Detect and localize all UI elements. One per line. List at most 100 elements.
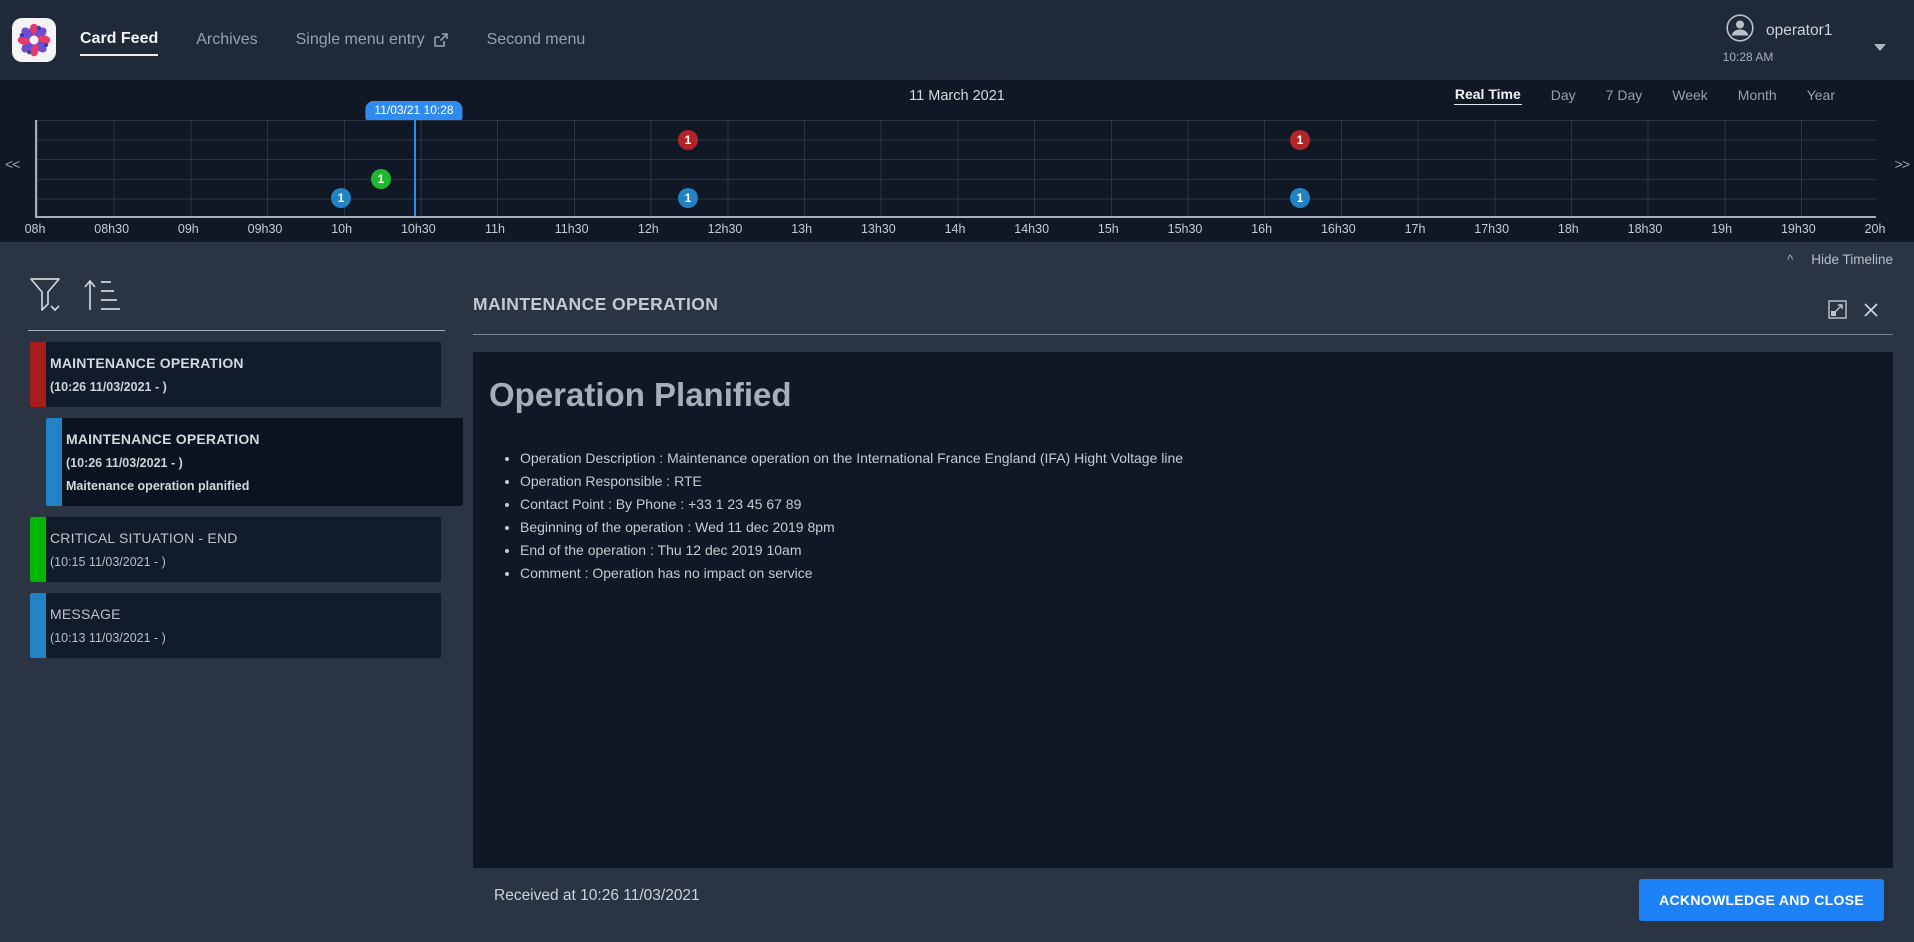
tick-label: 14h [945, 222, 966, 236]
card-title: CRITICAL SITUATION - END [50, 530, 431, 546]
timeline-marker-badge[interactable]: 1 [371, 169, 391, 189]
tick-label: 19h [1711, 222, 1732, 236]
feed-card[interactable]: MAINTENANCE OPERATION (10:26 11/03/2021 -… [30, 342, 441, 407]
detail-bullet-item: Operation Description : Maintenance oper… [520, 447, 1183, 470]
detail-body: Operation Planified Operation Descriptio… [473, 352, 1893, 868]
timeline-marker-badge[interactable]: 1 [1290, 130, 1310, 150]
card-time: (10:26 11/03/2021 - ) [50, 380, 431, 394]
detail-bullet-item: Beginning of the operation : Wed 11 dec … [520, 516, 1183, 539]
brand-logo[interactable] [12, 18, 56, 62]
tick-label: 12h30 [708, 222, 743, 236]
expand-icon[interactable] [1828, 300, 1847, 319]
range-tab-day[interactable]: Day [1550, 85, 1577, 105]
timeline-prev-button[interactable]: << [5, 156, 19, 172]
nav-item-label: Card Feed [80, 30, 158, 48]
detail-title: MAINTENANCE OPERATION [473, 294, 718, 315]
timeline-marker-badge[interactable]: 1 [1290, 188, 1310, 208]
nav-item-label: Single menu entry [296, 31, 425, 49]
tick-label: 17h30 [1474, 222, 1509, 236]
nav-item-single-menu-entry[interactable]: Single menu entry [296, 25, 449, 55]
user-name: operator1 [1766, 22, 1832, 40]
severity-bar [30, 517, 46, 582]
range-tab-7-day[interactable]: 7 Day [1605, 85, 1644, 105]
timeline-marker-badge[interactable]: 1 [678, 188, 698, 208]
nav-item-second-menu[interactable]: Second menu [487, 25, 586, 55]
main-navigation: Card Feed Archives Single menu entry Sec… [80, 0, 585, 80]
tick-label: 11h30 [555, 222, 589, 236]
card-time: (10:13 11/03/2021 - ) [50, 631, 431, 645]
timeline-panel: 11 March 2021 Real Time Day 7 Day Week M… [0, 80, 1914, 242]
tick-label: 09h30 [248, 222, 283, 236]
nav-item-label: Second menu [487, 31, 586, 49]
user-clock: 10:28 AM [1716, 50, 1780, 64]
tick-label: 14h30 [1014, 222, 1049, 236]
tick-label: 15h30 [1168, 222, 1203, 236]
timeline-ticks: 08h08h3009h09h3010h10h3011h11h3012h12h30… [35, 222, 1876, 238]
card-subtitle: Maitenance operation planified [66, 479, 453, 493]
card-time: (10:15 11/03/2021 - ) [50, 555, 431, 569]
card-list: MAINTENANCE OPERATION (10:26 11/03/2021 -… [0, 342, 466, 669]
tick-label: 08h [25, 222, 46, 236]
feed-card[interactable]: CRITICAL SITUATION - END (10:15 11/03/202… [30, 517, 441, 582]
range-tab-real-time[interactable]: Real Time [1454, 84, 1522, 105]
feed-divider [28, 330, 445, 331]
card-bullet-list: Operation Description : Maintenance oper… [473, 447, 1183, 585]
card-heading: Operation Planified [489, 376, 792, 414]
timeline-marker-badge[interactable]: 1 [331, 188, 351, 208]
nav-item-label: Archives [196, 31, 257, 49]
tick-label: 18h [1558, 222, 1579, 236]
tick-label: 13h30 [861, 222, 896, 236]
tick-label: 12h [638, 222, 659, 236]
detail-bullet-item: Operation Responsible : RTE [520, 470, 1183, 493]
range-tab-year[interactable]: Year [1806, 85, 1836, 105]
tick-label: 17h [1405, 222, 1426, 236]
card-title: MAINTENANCE OPERATION [50, 355, 431, 371]
card-detail-panel: MAINTENANCE OPERATION Operation Planifie… [473, 242, 1893, 942]
tick-label: 08h30 [94, 222, 129, 236]
tick-label: 18h30 [1628, 222, 1663, 236]
card-title: MAINTENANCE OPERATION [66, 431, 453, 447]
detail-bullet-item: Comment : Operation has no impact on ser… [520, 562, 1183, 585]
user-menu[interactable]: operator1 10:28 AM [1726, 12, 1886, 70]
detail-bullet-item: Contact Point : By Phone : +33 1 23 45 6… [520, 493, 1183, 516]
tick-label: 19h30 [1781, 222, 1816, 236]
feed-card[interactable]: MAINTENANCE OPERATION (10:26 11/03/2021 -… [46, 418, 463, 506]
card-time: (10:26 11/03/2021 - ) [66, 456, 453, 470]
flower-logo-icon [17, 23, 51, 57]
acknowledge-and-close-button[interactable]: ACKNOWLEDGE AND CLOSE [1639, 879, 1884, 921]
timeline-chart: 11/03/21 10:28 111111 [35, 120, 1876, 218]
timeline-range-tabs: Real Time Day 7 Day Week Month Year [1454, 84, 1836, 105]
tick-label: 16h [1251, 222, 1272, 236]
detail-divider [473, 334, 1893, 335]
filter-icon[interactable] [28, 276, 64, 316]
caret-down-icon[interactable] [1874, 44, 1886, 51]
tick-label: 13h [791, 222, 812, 236]
current-time-label: 11/03/21 10:28 [365, 101, 462, 120]
card-title: MESSAGE [50, 606, 431, 622]
tick-label: 20h [1865, 222, 1886, 236]
range-tab-month[interactable]: Month [1737, 85, 1778, 105]
tick-label: 16h30 [1321, 222, 1356, 236]
severity-bar [30, 342, 46, 407]
timeline-marker-badge[interactable]: 1 [678, 130, 698, 150]
close-icon[interactable] [1863, 302, 1879, 318]
tick-label: 10h [331, 222, 352, 236]
sort-icon[interactable] [82, 276, 122, 316]
top-navbar: Card Feed Archives Single menu entry Sec… [0, 0, 1914, 80]
severity-bar [30, 593, 46, 658]
tick-label: 15h [1098, 222, 1119, 236]
severity-bar [46, 418, 62, 506]
current-time-line: 11/03/21 10:28 [414, 120, 416, 216]
application-window: Card Feed Archives Single menu entry Sec… [0, 0, 1914, 942]
nav-item-archives[interactable]: Archives [196, 25, 257, 55]
tick-label: 09h [178, 222, 199, 236]
tick-label: 10h30 [401, 222, 436, 236]
nav-item-card-feed[interactable]: Card Feed [80, 24, 158, 56]
user-avatar-icon [1726, 14, 1754, 42]
timeline-next-button[interactable]: >> [1895, 156, 1909, 172]
external-link-icon [433, 32, 449, 48]
feed-card[interactable]: MESSAGE (10:13 11/03/2021 - ) [30, 593, 441, 658]
card-feed-sidebar: MAINTENANCE OPERATION (10:26 11/03/2021 -… [0, 242, 466, 942]
range-tab-week[interactable]: Week [1671, 85, 1709, 105]
detail-bullet-item: End of the operation : Thu 12 dec 2019 1… [520, 539, 1183, 562]
